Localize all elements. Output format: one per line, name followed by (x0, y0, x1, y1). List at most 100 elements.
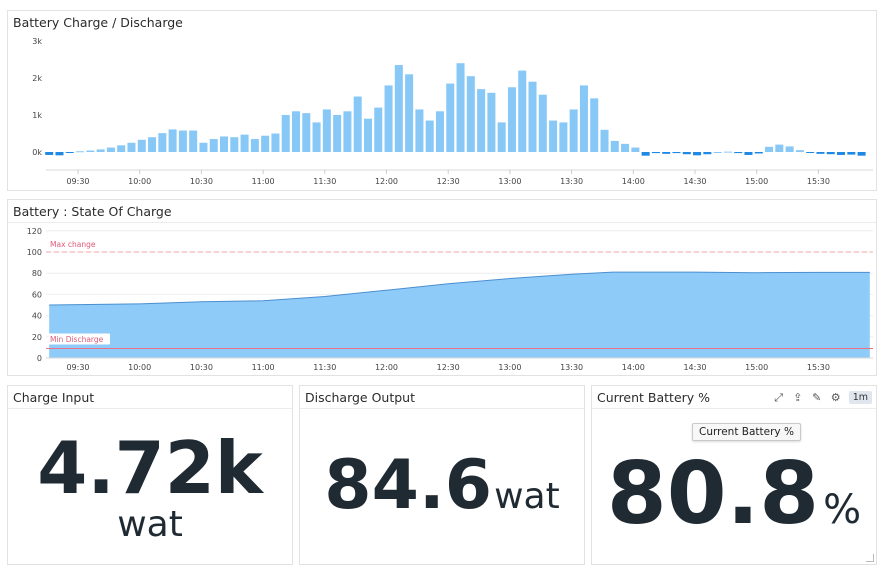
data-bar[interactable] (497, 122, 506, 152)
data-bar[interactable] (65, 152, 74, 153)
data-bar[interactable] (281, 115, 290, 152)
data-bar[interactable] (765, 146, 774, 152)
data-bar[interactable] (775, 144, 784, 152)
data-bar[interactable] (158, 133, 167, 152)
data-bar[interactable] (425, 120, 434, 152)
data-bar[interactable] (579, 85, 588, 152)
title-divider (592, 408, 876, 409)
data-bar[interactable] (446, 83, 455, 152)
data-bar[interactable] (220, 136, 229, 152)
data-bar[interactable] (209, 139, 218, 152)
edit-icon[interactable]: ✎ (811, 391, 823, 404)
timeframe-badge[interactable]: 1m (848, 391, 872, 404)
data-bar[interactable] (168, 129, 177, 152)
data-bar[interactable] (518, 70, 527, 152)
share-icon[interactable]: ⇪ (792, 391, 804, 404)
data-bar[interactable] (312, 122, 321, 152)
y-tick-label: 80 (32, 269, 42, 278)
data-bar[interactable] (148, 137, 157, 152)
data-bar[interactable] (435, 111, 444, 152)
data-bar[interactable] (261, 135, 270, 152)
data-bar[interactable] (703, 152, 712, 155)
data-bar[interactable] (857, 152, 866, 156)
y-tick-label: 120 (27, 227, 42, 236)
data-bar[interactable] (559, 122, 568, 152)
data-bar[interactable] (538, 94, 547, 152)
data-bar[interactable] (230, 137, 239, 152)
data-bar[interactable] (55, 152, 64, 156)
data-bar[interactable] (456, 63, 465, 153)
data-bar[interactable] (734, 152, 743, 154)
data-bar[interactable] (86, 150, 95, 152)
data-bar[interactable] (292, 111, 301, 152)
data-bar[interactable] (477, 89, 486, 152)
data-bar[interactable] (415, 109, 424, 152)
data-bar[interactable] (713, 152, 722, 153)
resize-handle[interactable] (866, 554, 874, 562)
data-bar[interactable] (466, 76, 475, 152)
data-bar[interactable] (826, 152, 835, 155)
data-bar[interactable] (250, 139, 259, 152)
data-bar[interactable] (96, 149, 105, 152)
y-tick-label: 60 (32, 290, 42, 299)
data-bar[interactable] (662, 152, 671, 154)
data-bar[interactable] (322, 109, 331, 152)
data-bar[interactable] (837, 152, 846, 155)
discharge-output-display: 84.6wat (300, 446, 584, 537)
data-bar[interactable] (631, 147, 640, 152)
data-bar[interactable] (610, 140, 619, 152)
data-bar[interactable] (189, 130, 198, 152)
data-bar[interactable] (487, 92, 496, 152)
data-bar[interactable] (137, 139, 146, 152)
data-bar[interactable] (117, 145, 126, 152)
data-bar[interactable] (549, 120, 558, 152)
data-bar[interactable] (353, 96, 362, 153)
data-bar[interactable] (693, 152, 702, 156)
data-bar[interactable] (45, 152, 54, 155)
data-bar[interactable] (343, 111, 352, 152)
data-bar[interactable] (590, 98, 599, 152)
data-bar[interactable] (672, 152, 681, 154)
data-bar[interactable] (271, 133, 280, 153)
data-bar[interactable] (76, 151, 85, 153)
data-bar[interactable] (507, 87, 516, 152)
charge-input-unit: wat (117, 504, 183, 545)
area-fill[interactable] (49, 272, 870, 358)
data-bar[interactable] (240, 134, 249, 152)
data-bar[interactable] (600, 129, 609, 152)
data-bar[interactable] (394, 65, 403, 152)
data-bar[interactable] (621, 143, 630, 152)
expand-icon[interactable]: ⤢ (773, 391, 785, 404)
charge-discharge-chart[interactable]: 0k 1k 2k 3k 09:30 10:00 10:30 11:00 11:30 12:00 12… (8, 11, 878, 192)
data-bar[interactable] (816, 152, 825, 154)
data-bar[interactable] (754, 152, 763, 154)
data-bar[interactable] (106, 147, 115, 152)
data-bar[interactable] (374, 107, 383, 152)
x-tick-label: 15:00 (745, 177, 768, 186)
data-bar[interactable] (127, 142, 136, 152)
data-bar[interactable] (806, 152, 815, 153)
data-bar[interactable] (723, 151, 732, 153)
data-bar[interactable] (847, 152, 856, 155)
data-bar[interactable] (405, 74, 414, 152)
data-bar[interactable] (651, 152, 660, 154)
data-bar[interactable] (363, 118, 372, 152)
data-bar[interactable] (682, 152, 691, 155)
current-battery-panel: Current Battery % ⤢ ⇪ ✎ ⚙ 1m Current Bat… (591, 385, 877, 565)
data-bar[interactable] (641, 152, 650, 156)
data-bar[interactable] (199, 142, 208, 152)
panel-title: Current Battery % (597, 390, 711, 405)
state-of-charge-chart[interactable]: 0 20 40 60 80 100 120 Max change Min Discharge 09… (8, 200, 878, 377)
data-bar[interactable] (744, 152, 753, 155)
x-tick-label: 14:00 (622, 177, 645, 186)
data-bar[interactable] (528, 81, 537, 152)
x-tick-label: 14:00 (622, 363, 645, 372)
data-bar[interactable] (785, 146, 794, 152)
gear-icon[interactable]: ⚙ (830, 391, 842, 404)
data-bar[interactable] (333, 115, 342, 152)
data-bar[interactable] (569, 109, 578, 152)
data-bar[interactable] (795, 150, 804, 152)
data-bar[interactable] (302, 113, 311, 152)
data-bar[interactable] (178, 130, 187, 152)
data-bar[interactable] (384, 85, 393, 152)
